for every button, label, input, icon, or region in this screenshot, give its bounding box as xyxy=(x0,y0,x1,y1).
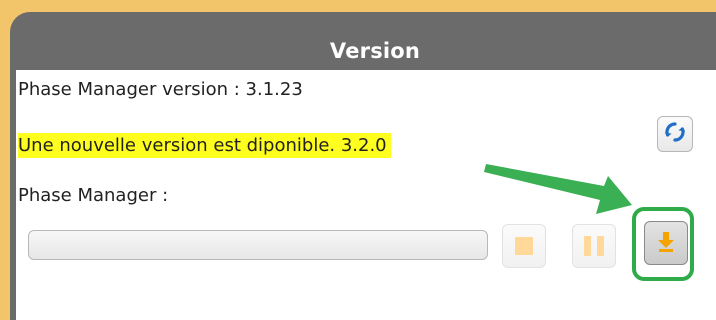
annotation-arrow-icon xyxy=(484,164,632,214)
